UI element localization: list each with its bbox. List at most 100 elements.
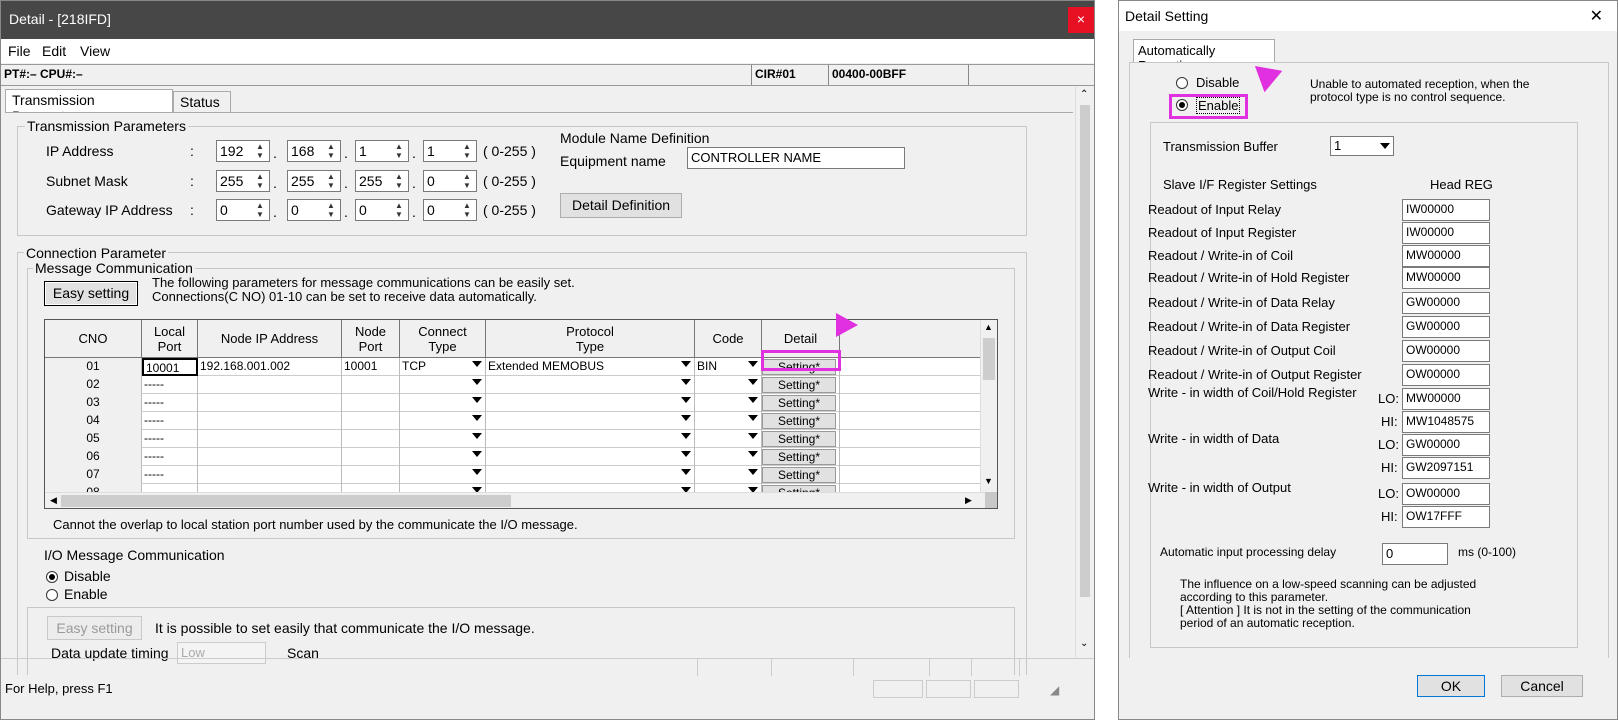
dropdown-arrow-icon[interactable] — [748, 397, 758, 403]
gateway-octet-3[interactable]: 0 ▲ ▼ — [355, 199, 409, 221]
scroll-right-icon[interactable]: ▶ — [965, 495, 972, 506]
dropdown-arrow-icon[interactable] — [472, 397, 482, 403]
detail-definition-button[interactable]: Detail Definition — [560, 193, 682, 218]
cell-node-port[interactable] — [342, 412, 400, 430]
dropdown-arrow-icon[interactable] — [681, 415, 691, 421]
chevron-down-icon[interactable] — [1380, 143, 1390, 149]
cell-ip[interactable] — [198, 466, 342, 484]
window-vscroll[interactable]: ⌃ ⌄ — [1075, 87, 1093, 657]
dropdown-arrow-icon[interactable] — [748, 379, 758, 385]
dropdown-arrow-icon[interactable] — [472, 433, 482, 439]
menu-edit[interactable]: Edit — [42, 43, 66, 59]
cell-connect[interactable] — [400, 466, 486, 484]
spin-arrows-icon[interactable]: ▲ ▼ — [460, 142, 474, 160]
cell-local[interactable]: ----- — [142, 448, 198, 466]
subnet-octet-4[interactable]: 0 ▲ ▼ — [423, 170, 477, 192]
cell-protocol[interactable] — [486, 376, 695, 394]
table-row[interactable]: 03 ----- Setting* — [45, 394, 985, 412]
register-input[interactable]: MW00000 — [1402, 245, 1490, 267]
cell-connect[interactable] — [400, 394, 486, 412]
close-icon[interactable]: × — [1068, 7, 1094, 33]
spin-arrows-icon[interactable]: ▲ ▼ — [324, 172, 338, 190]
dropdown-arrow-icon[interactable] — [748, 469, 758, 475]
dropdown-arrow-icon[interactable] — [472, 469, 482, 475]
menu-view[interactable]: View — [80, 43, 110, 59]
gateway-octet-4[interactable]: 0 ▲ ▼ — [423, 199, 477, 221]
dropdown-arrow-icon[interactable] — [748, 415, 758, 421]
table-row[interactable]: 04 ----- Setting* — [45, 412, 985, 430]
cell-local[interactable]: ----- — [142, 430, 198, 448]
detail-setting-button[interactable]: Setting* — [762, 467, 836, 483]
ip-octet-2[interactable]: 168 ▲ ▼ — [287, 140, 341, 162]
cell-local[interactable]: 10001 — [142, 358, 198, 376]
easy-setting-button[interactable]: Easy setting — [44, 281, 138, 306]
buffer-select[interactable]: 1 — [1330, 136, 1394, 156]
dropdown-arrow-icon[interactable] — [472, 451, 482, 457]
dlg-disable-radio[interactable] — [1176, 77, 1188, 89]
cell-connect[interactable] — [400, 430, 486, 448]
window-scroll-thumb[interactable] — [1080, 105, 1090, 597]
cell-code[interactable] — [695, 466, 762, 484]
table-row[interactable]: 01 10001 192.168.001.002 10001 TCP Extended M… — [45, 358, 985, 376]
cell-local[interactable]: ----- — [142, 394, 198, 412]
cell-local[interactable]: ----- — [142, 376, 198, 394]
cell-ip[interactable] — [198, 448, 342, 466]
cell-node-port[interactable] — [342, 394, 400, 412]
cell-connect[interactable]: TCP — [400, 358, 486, 376]
dropdown-arrow-icon[interactable] — [748, 361, 758, 367]
cell-detail[interactable]: Setting* — [762, 466, 840, 484]
scroll-down-icon[interactable]: ▼ — [984, 476, 993, 486]
cell-protocol[interactable] — [486, 412, 695, 430]
register-input[interactable]: OW00000 — [1402, 364, 1490, 386]
cell-node-port[interactable] — [342, 448, 400, 466]
detail-setting-button[interactable]: Setting* — [762, 395, 836, 411]
spin-arrows-icon[interactable]: ▲ ▼ — [460, 172, 474, 190]
dropdown-arrow-icon[interactable] — [748, 433, 758, 439]
cell-protocol[interactable]: Extended MEMOBUS — [486, 358, 695, 376]
cell-protocol[interactable] — [486, 466, 695, 484]
register-input[interactable]: GW00000 — [1402, 316, 1490, 338]
dropdown-arrow-icon[interactable] — [472, 415, 482, 421]
dropdown-arrow-icon[interactable] — [681, 379, 691, 385]
tab-transmission-parameters[interactable]: Transmission Parameters — [5, 89, 173, 124]
lo-input[interactable]: GW00000 — [1402, 434, 1490, 456]
hi-input[interactable]: GW2097151 — [1402, 457, 1490, 479]
subnet-octet-2[interactable]: 255 ▲ ▼ — [287, 170, 341, 192]
tab-status[interactable]: Status — [173, 91, 231, 113]
spin-arrows-icon[interactable]: ▲ ▼ — [253, 172, 267, 190]
ip-octet-3[interactable]: 1 ▲ ▼ — [355, 140, 409, 162]
table-row[interactable]: 05 ----- Setting* — [45, 430, 985, 448]
cell-connect[interactable] — [400, 412, 486, 430]
table-hscroll[interactable]: ◀ ▶ — [45, 492, 985, 508]
equipment-name-input[interactable]: CONTROLLER NAME — [687, 147, 905, 169]
register-input[interactable]: MW00000 — [1402, 267, 1490, 289]
cancel-button[interactable]: Cancel — [1501, 675, 1583, 697]
dropdown-arrow-icon[interactable] — [748, 451, 758, 457]
lo-input[interactable]: MW00000 — [1402, 388, 1490, 410]
io-disable-radio[interactable] — [46, 571, 58, 583]
cell-connect[interactable] — [400, 376, 486, 394]
scroll-left-icon[interactable]: ◀ — [50, 495, 57, 506]
cell-protocol[interactable] — [486, 430, 695, 448]
spin-arrows-icon[interactable]: ▲ ▼ — [460, 201, 474, 219]
cell-detail[interactable]: Setting* — [762, 430, 840, 448]
dropdown-arrow-icon[interactable] — [472, 379, 482, 385]
spin-arrows-icon[interactable]: ▲ ▼ — [392, 201, 406, 219]
cell-local[interactable]: ----- — [142, 412, 198, 430]
scroll-thumb[interactable] — [983, 338, 995, 380]
cell-node-port[interactable] — [342, 466, 400, 484]
cell-ip[interactable] — [198, 376, 342, 394]
cell-ip[interactable] — [198, 430, 342, 448]
cell-protocol[interactable] — [486, 448, 695, 466]
register-input[interactable]: IW00000 — [1402, 199, 1490, 221]
scroll-up-icon[interactable]: ▲ — [984, 322, 993, 332]
dropdown-arrow-icon[interactable] — [472, 361, 482, 367]
spin-arrows-icon[interactable]: ▲ ▼ — [253, 142, 267, 160]
cell-code[interactable]: BIN — [695, 358, 762, 376]
dialog-title-bar[interactable]: Detail Setting ✕ — [1119, 1, 1617, 31]
menu-file[interactable]: File — [8, 43, 31, 59]
table-row[interactable]: 06 ----- Setting* — [45, 448, 985, 466]
register-input[interactable]: OW00000 — [1402, 340, 1490, 362]
gateway-octet-1[interactable]: 0 ▲ ▼ — [216, 199, 270, 221]
cell-detail[interactable]: Setting* — [762, 448, 840, 466]
